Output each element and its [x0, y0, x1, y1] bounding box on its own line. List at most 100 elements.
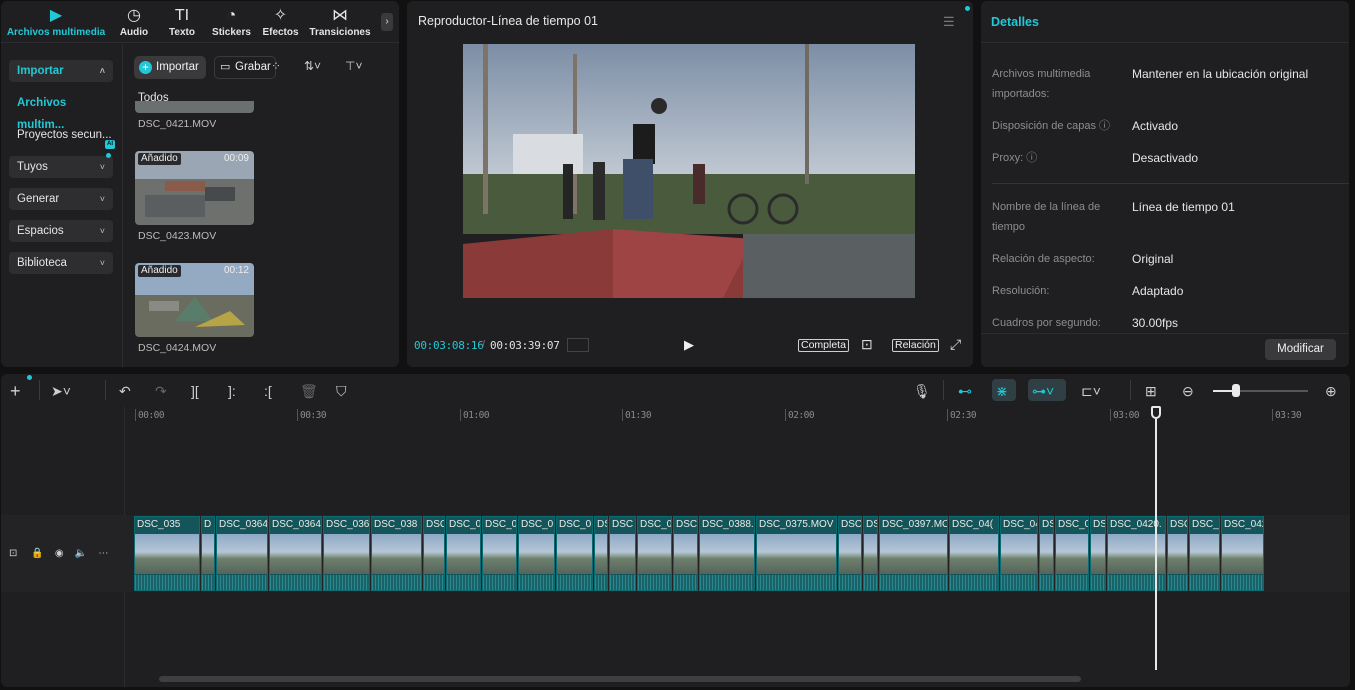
timeline-clip[interactable]: DSC_042 — [1221, 516, 1264, 591]
sidebar-item-proyectos[interactable]: Proyectos secun... — [9, 124, 113, 146]
marker-icon[interactable]: ⛉ — [336, 382, 347, 400]
full-quality-button[interactable]: Completa — [798, 339, 849, 352]
timeline-clip[interactable]: DSC_0420. — [1107, 516, 1166, 591]
timeline-clip[interactable]: DS — [863, 516, 878, 591]
timeline-ruler[interactable]: 00:00 00:30 01:00 01:30 02:00 02:30 03:0… — [126, 407, 1350, 425]
timeline-clip[interactable]: D — [201, 516, 215, 591]
timeline-grid-icon[interactable] — [567, 338, 589, 352]
notification-dot — [965, 6, 970, 11]
timeline-clip[interactable]: DSC_0 — [518, 516, 555, 591]
timeline-clip[interactable]: DSC_0 — [1055, 516, 1089, 591]
sidebar-group-tuyos[interactable]: Tuyos ˅ — [9, 156, 113, 178]
sidebar-group-generar[interactable]: Generar ˅ — [9, 188, 113, 210]
media-filename: DSC_0421.MOV — [138, 118, 217, 130]
clip-waveform — [864, 575, 877, 590]
sidebar-group-espacios[interactable]: Espacios ˅ — [9, 220, 113, 242]
add-track-icon[interactable]: + — [10, 382, 21, 400]
playhead-handle[interactable] — [1151, 406, 1161, 419]
timeline-clip[interactable]: DSC_0 — [556, 516, 593, 591]
timeline-clip[interactable]: DSC — [423, 516, 445, 591]
track-controls: ⊡ 🔒 ◉ 🔈 ⋯ — [9, 548, 108, 559]
clip-thumbnail — [950, 534, 998, 574]
split-left-icon[interactable]: ]: — [228, 382, 236, 400]
more-icon[interactable]: ⋯ — [98, 548, 108, 559]
tab-texto[interactable]: TI Texto — [157, 1, 207, 43]
audio-icon: ◷ — [127, 7, 141, 24]
zoom-slider-knob[interactable] — [1232, 384, 1240, 397]
visibility-icon[interactable]: ◉ — [55, 548, 64, 559]
import-button[interactable]: + Importar — [134, 56, 206, 79]
tab-efectos[interactable]: ✧ Efectos — [256, 1, 305, 43]
select-tool-icon[interactable]: ➤˅ — [51, 382, 71, 400]
timeline-clip[interactable]: DSC_0364 — [269, 516, 322, 591]
media-thumbnail[interactable]: Añadido 00:09 — [135, 151, 254, 225]
microphone-icon[interactable]: 🎙 — [913, 382, 931, 400]
media-panel: ▶ Archivos multimedia ◷ Audio TI Texto ◔… — [1, 1, 399, 367]
fit-timeline-icon[interactable]: ⊞ — [1145, 382, 1157, 400]
video-preview[interactable] — [463, 44, 915, 298]
clip-duration: 00:09 — [223, 153, 249, 164]
timeline-clip[interactable]: DSC_036 — [323, 516, 370, 591]
tab-stickers[interactable]: ◔ Stickers — [207, 1, 256, 43]
tab-transiciones[interactable]: ⋈ Transiciones — [305, 1, 375, 43]
timeline-clip[interactable]: DSC_0 — [482, 516, 517, 591]
timeline-scrollbar[interactable] — [159, 676, 1081, 682]
timeline-clip[interactable]: DSC_0397.MO — [879, 516, 948, 591]
timeline-clip[interactable]: DSC_0 — [446, 516, 481, 591]
clip-thumbnail — [447, 534, 480, 574]
timeline-clip[interactable]: DSC — [673, 516, 698, 591]
timeline-clip[interactable]: DSC_0388. — [699, 516, 755, 591]
timeline-clip[interactable]: DSC_0 — [637, 516, 672, 591]
timeline-clip[interactable]: DSC — [609, 516, 636, 591]
chevron-down-icon: ˅ — [99, 194, 105, 204]
timeline-clip[interactable]: DS — [594, 516, 608, 591]
record-button[interactable]: ▭ Grabar — [214, 56, 276, 79]
timeline-clip[interactable]: DSC_038 — [371, 516, 422, 591]
split-icon[interactable]: ][ — [191, 382, 199, 400]
zoom-out-icon[interactable]: ⊖ — [1182, 382, 1194, 400]
timeline-clip[interactable]: DSC_035 — [134, 516, 200, 591]
media-thumbnail[interactable] — [135, 101, 254, 113]
clip-label: DSC_0388. — [702, 519, 754, 530]
filter-icon[interactable]: ⊤˅ — [345, 59, 362, 73]
tab-audio[interactable]: ◷ Audio — [111, 1, 157, 43]
redo-icon[interactable]: ↷ — [155, 382, 167, 400]
aspect-ratio-button[interactable]: Relación — [892, 339, 939, 352]
sidebar-group-biblioteca[interactable]: Biblioteca ˅ — [9, 252, 113, 274]
timeline-clip[interactable]: DSC — [1167, 516, 1188, 591]
undo-icon[interactable]: ↶ — [119, 382, 131, 400]
timeline-clip[interactable]: DS — [1090, 516, 1106, 591]
clip-thumbnail — [1001, 534, 1037, 574]
timeline-clip[interactable]: DSC_ — [1189, 516, 1220, 591]
sidebar-import[interactable]: Importar ˄ — [9, 60, 113, 82]
zoom-in-icon[interactable]: ⊕ — [1325, 382, 1337, 400]
split-right-icon[interactable]: :[ — [264, 382, 272, 400]
audio-mute-icon[interactable]: 🔈 — [75, 548, 87, 559]
play-icon[interactable]: ▶ — [684, 337, 694, 353]
timeline-clip[interactable]: DSC_0 — [838, 516, 862, 591]
media-thumbnail[interactable]: Añadido 00:12 — [135, 263, 254, 337]
screenshot-icon[interactable]: ⊡ — [861, 336, 873, 353]
clip-label: D — [204, 519, 212, 530]
sort-icon[interactable]: ⇅˅ — [304, 59, 321, 73]
sidebar-item-archivos[interactable]: Archivos multim... — [9, 92, 113, 131]
modify-button[interactable]: Modificar — [1265, 339, 1336, 360]
lock-icon[interactable]: 🔒 — [31, 548, 43, 559]
tabs-next-arrow-icon[interactable]: › — [381, 13, 393, 31]
timeline-clip[interactable]: DS — [1039, 516, 1054, 591]
timeline-clip[interactable]: DSC_04 — [1000, 516, 1038, 591]
playhead[interactable] — [1155, 412, 1157, 670]
timeline-clip[interactable]: DSC_0364 — [216, 516, 268, 591]
menu-icon[interactable]: ☰ — [943, 14, 955, 30]
magnet-link-icon[interactable]: ⊷ — [958, 382, 972, 400]
fullscreen-icon[interactable]: ⤢ — [950, 336, 961, 353]
delete-icon[interactable]: 🗑 — [300, 382, 318, 400]
tab-label: Transiciones — [309, 27, 371, 38]
cover-icon[interactable]: ⊡ — [9, 548, 17, 559]
tab-archivos-multimedia[interactable]: ▶ Archivos multimedia — [1, 1, 111, 43]
clip-waveform — [217, 575, 267, 590]
preview-axis-icon[interactable]: ⊏˅ — [1081, 382, 1101, 400]
grid-view-icon[interactable]: ⁘ — [271, 59, 281, 73]
timeline-clip[interactable]: DSC_0375.MOV — [756, 516, 837, 591]
timeline-clip[interactable]: DSC_04( — [949, 516, 999, 591]
